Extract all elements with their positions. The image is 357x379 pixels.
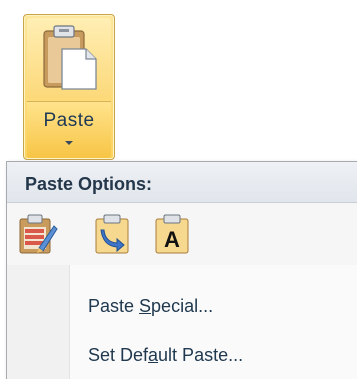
keep-text-only-icon: A xyxy=(155,214,189,254)
paste-split-button[interactable]: Paste xyxy=(23,14,115,160)
text-only-glyph: A xyxy=(164,227,180,252)
menu-icon-gutter xyxy=(7,265,70,379)
paste-options-row: A xyxy=(7,203,357,265)
set-default-paste-menu-item[interactable]: Set Default Paste... xyxy=(70,337,357,373)
set-default-paste-label-prefix: Set Def xyxy=(88,345,149,365)
paste-dropdown-button[interactable]: Paste xyxy=(27,101,111,158)
menu-header: Paste Options: xyxy=(7,162,357,203)
paste-special-menu-item[interactable]: Paste Special... xyxy=(70,288,357,324)
set-default-paste-mnemonic: a xyxy=(148,345,159,365)
paste-special-label-prefix: Paste xyxy=(88,296,140,316)
keep-source-formatting-button[interactable] xyxy=(18,212,58,256)
paste-options-heading: Paste Options: xyxy=(25,174,153,194)
paste-dropdown-menu: Paste Options: A Paste Special... Set De… xyxy=(6,161,357,379)
merge-formatting-button[interactable] xyxy=(93,212,133,256)
paste-button[interactable] xyxy=(27,18,111,98)
merge-formatting-icon xyxy=(95,214,129,254)
set-default-paste-label-suffix: ult Paste... xyxy=(158,345,244,365)
keep-text-only-button[interactable]: A xyxy=(153,212,193,256)
paste-label: Paste xyxy=(43,110,95,131)
chevron-down-icon xyxy=(65,141,73,145)
paste-special-mnemonic: S xyxy=(139,296,152,316)
keep-source-formatting-icon xyxy=(19,214,58,254)
paste-special-label-suffix: pecial... xyxy=(151,296,214,316)
clipboard-paste-icon xyxy=(43,25,97,90)
paste-ui: Paste Paste Options: A Paste Special... … xyxy=(0,0,357,379)
